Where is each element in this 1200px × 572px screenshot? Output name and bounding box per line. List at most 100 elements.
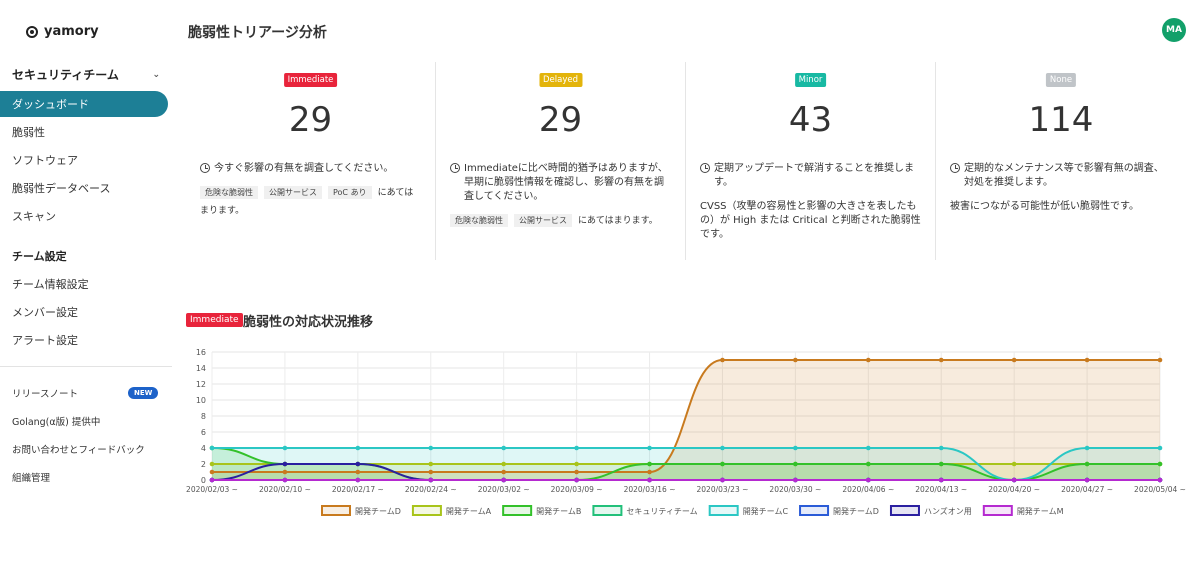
data-point [938,477,944,483]
card-description: 今すぐ影響の有無を調査してください。 危険な脆弱性 公開サービス PoC あり にあて… [200,162,421,220]
data-point [793,477,798,483]
data-point [1011,477,1017,483]
data-point [282,461,288,467]
data-point [866,445,871,451]
card-extra-text: 被害につながる可能性が低い脆弱性です。 [950,201,1139,212]
legend-label: 開発チームB [536,507,581,516]
data-point [938,461,944,467]
data-point [355,477,361,483]
data-point [793,445,798,451]
data-point [1011,461,1017,467]
status-badge: None [1045,73,1077,87]
triage-card-none[interactable]: None 114 定期的なメンテナンス等で影響有無の調査、対処を推奨します。 被… [936,62,1186,260]
data-point [209,477,215,483]
tag: 公開サービス [514,214,572,227]
data-point [428,461,434,467]
data-point [1084,477,1090,483]
x-tick-label: 2020/04/06 ~ [842,485,894,494]
clock-icon [950,163,960,173]
data-point [866,461,871,467]
data-point [866,477,871,483]
page-title: 脆弱性トリアージ分析 [188,25,327,41]
data-point [209,461,215,467]
data-point [428,477,434,483]
new-badge: NEW [128,387,159,399]
data-point [501,469,506,475]
sidebar-item-members[interactable]: メンバー設定 [0,299,168,325]
org-admin-link[interactable]: 組織管理 [12,470,50,484]
data-point [282,469,288,475]
triage-card-minor[interactable]: Minor 43 定期アップデートで解消することを推奨します。 CVSS（攻撃の… [686,62,936,260]
data-point [1084,461,1090,467]
data-point [1084,445,1090,451]
sidebar-item-label: チーム情報設定 [12,278,89,291]
legend-label: 開発チームD [355,507,401,516]
yamory-logo-icon [26,25,38,38]
card-description-text: Immediateに比べ時間的猶予はありますが、早期に脆弱性情報を確認し、影響の… [464,163,668,202]
data-point [428,469,434,475]
x-tick-label: 2020/02/10 ~ [259,485,311,494]
triage-card-immediate[interactable]: Immediate 29 今すぐ影響の有無を調査してください。 危険な脆弱性 公開… [186,62,436,260]
y-tick-label: 8 [201,412,206,421]
status-badge: Immediate [283,73,338,87]
legend-swatch [982,505,1013,516]
data-point [793,357,798,363]
sidebar-item-alerts[interactable]: アラート設定 [0,327,168,353]
brand-name: yamory [44,24,99,39]
legend-swatch [502,505,533,516]
legend-swatch [708,505,739,516]
sidebar-item-label: ダッシュボード [12,98,89,111]
avatar[interactable]: MA [1162,18,1186,42]
sidebar-item-dashboard[interactable]: ダッシュボード [0,91,168,117]
data-point [355,469,361,475]
sidebar-item-team-info[interactable]: チーム情報設定 [0,271,168,297]
data-point [574,477,579,483]
golang-link[interactable]: Golang(α版) 提供中 [12,414,100,428]
data-point [720,445,725,451]
vuln-count: 43 [788,100,833,140]
sidebar-item-software[interactable]: ソフトウェア [0,147,168,173]
x-tick-label: 2020/04/27 ~ [1061,485,1113,494]
legend-label: 開発チームA [446,507,492,516]
sidebar-item-vuln-database[interactable]: 脆弱性データベース [0,175,168,201]
x-tick-label: 2020/02/24 ~ [405,485,457,494]
data-point [793,461,798,467]
clock-icon [700,163,710,173]
clock-icon [200,163,210,173]
legend-swatch [411,505,442,516]
sidebar-item-label: スキャン [12,210,56,223]
legend-swatch [799,505,830,516]
feedback-link[interactable]: お問い合わせとフィードバック [12,442,145,456]
data-point [282,477,288,483]
sidebar-item-label: 脆弱性データベース [12,182,111,195]
team-selector[interactable]: セキュリティチーム ⌄ [12,66,160,83]
release-notes-link[interactable]: リリースノート [12,386,78,400]
y-tick-label: 2 [201,460,206,469]
tag-list: 危険な脆弱性 公開サービス にあてはまります。 [450,212,671,230]
brand-logo[interactable]: yamory [26,24,99,39]
sidebar: yamory セキュリティチーム ⌄ ダッシュボード 脆弱性 ソフトウェア 脆弱… [0,0,172,572]
data-point [1157,461,1163,467]
y-tick-label: 6 [201,428,206,437]
data-point [574,445,579,451]
legend-label: セキュリティチーム [626,507,697,516]
data-point [209,445,215,451]
sidebar-item-scan[interactable]: スキャン [0,203,168,229]
team-name: セキュリティチーム [12,68,119,82]
tag: PoC あり [328,186,372,199]
data-point [209,469,215,475]
data-point [866,357,871,363]
data-point [501,461,506,467]
data-point [1157,477,1163,483]
data-point [1011,357,1017,363]
data-point [647,445,652,451]
x-tick-label: 2020/04/20 ~ [988,485,1040,494]
sidebar-item-label: アラート設定 [12,334,78,347]
triage-card-delayed[interactable]: Delayed 29 Immediateに比べ時間的猶予はありますが、早期に脆弱… [436,62,686,260]
data-point [1084,357,1090,363]
sidebar-item-label: メンバー設定 [12,306,78,319]
data-point [720,357,725,363]
sidebar-item-vulnerabilities[interactable]: 脆弱性 [0,119,168,145]
data-point [1157,445,1163,451]
data-point [574,469,579,475]
